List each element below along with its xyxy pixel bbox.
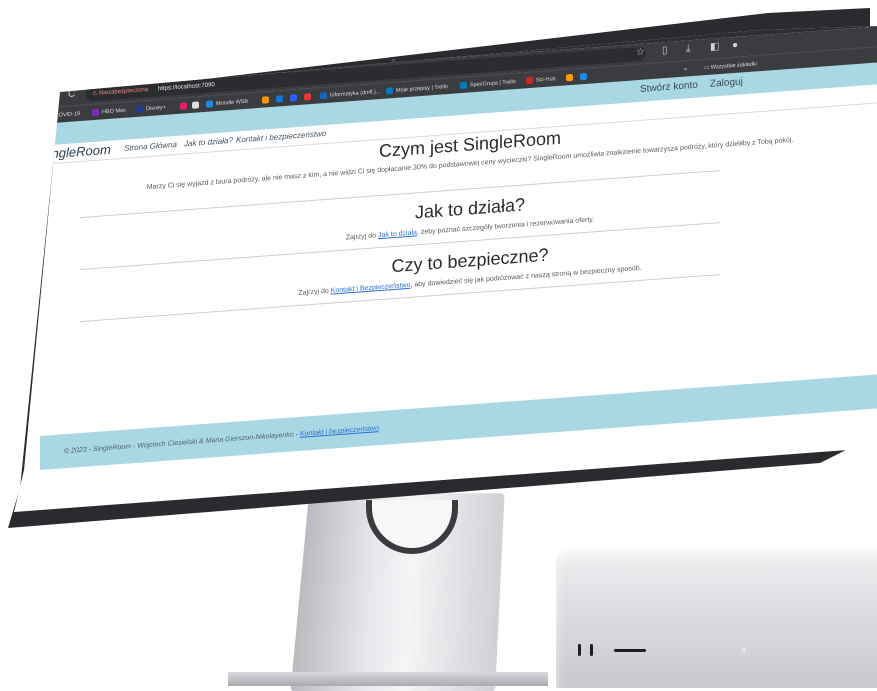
bookmark-icon-only[interactable] [580,71,590,84]
star-icon[interactable]: ☆ [636,47,645,59]
trello-icon [460,81,467,90]
nav-contact[interactable]: Kontakt i bezpieczeństwo [236,129,326,145]
login-link[interactable]: Zaloguj [710,76,743,89]
trello-icon [386,87,393,95]
pencil-icon [192,101,199,109]
profile-icon[interactable]: ● [732,40,738,51]
contact-security-link[interactable]: Kontakt i Bezpieczeństwo [331,282,411,295]
scihub-icon [526,76,533,85]
trello-icon [320,91,327,100]
nav-how-it-works[interactable]: Jak to działa? [184,136,233,149]
insecure-warning[interactable]: ⚠ Niezabezpieczona [92,84,148,100]
screen-area: Strona Główna - SingleRoom × + – ▢ ← C ⚠… [14,10,877,512]
youtube-icon [304,93,311,101]
bookmark-icon-only[interactable] [304,91,314,104]
bookmark-item[interactable]: Sci-Hub [526,73,556,87]
back-icon[interactable]: ← [50,90,60,102]
facebook-icon [276,95,283,103]
reload-icon[interactable]: C [68,88,75,100]
bookmark-icon-only[interactable] [290,92,300,105]
restore-icon[interactable]: ▢ [762,10,771,22]
footer-text: © 2023 - SingleRoom - Wojciech Ciesielsk… [64,425,379,456]
new-tab-button[interactable]: + [172,56,178,68]
tab-close-icon[interactable]: × [153,57,158,79]
bookmark-icon-only[interactable] [192,99,202,112]
nav-home[interactable]: Strona Główna [124,140,177,153]
hbo-icon [92,108,99,117]
browser-window: Strona Główna - SingleRoom × + – ▢ ← C ⚠… [40,10,877,512]
bookmark-item[interactable]: Disney+ [136,102,166,116]
bookmark-icon-only[interactable] [566,72,576,85]
disney-icon [136,105,143,113]
moodle-icon [206,100,213,108]
register-link[interactable]: Stwórz konto [640,80,698,95]
folder-icon: ▭ [704,64,711,72]
address-url[interactable]: https://localhost:7090 [158,79,215,95]
bookmark-icon-only[interactable] [180,100,190,113]
tab-title: Strona Główna - SingleRoom [78,65,156,78]
app-icon [566,73,573,82]
how-it-works-link[interactable]: Jak to działa [378,229,417,239]
extensions-icon[interactable]: ▯ [662,45,668,56]
browser-tab[interactable]: Strona Główna - SingleRoom × [64,56,164,87]
brand-logo[interactable]: SingleRoom [40,142,111,162]
app-icon [262,96,269,104]
page-footer: © 2023 - SingleRoom - Wojciech Ciesielsk… [40,372,877,470]
screen: Strona Główna - SingleRoom × + – ▢ ← C ⚠… [0,0,877,682]
sidepanel-icon[interactable]: ◧ [710,41,719,53]
bookmarks-overflow-icon[interactable]: » [684,63,687,75]
minimize-icon[interactable]: – [740,12,746,23]
bookmark-icon-only[interactable] [276,93,286,106]
footer-contact-link[interactable]: Kontakt i bezpieczeństwo [300,425,379,438]
bookmark-icon-only[interactable] [262,94,272,107]
app-icon [180,102,187,110]
app-icon [580,72,587,81]
app-icon [290,94,297,102]
download-icon[interactable]: ⤓ [686,43,690,54]
